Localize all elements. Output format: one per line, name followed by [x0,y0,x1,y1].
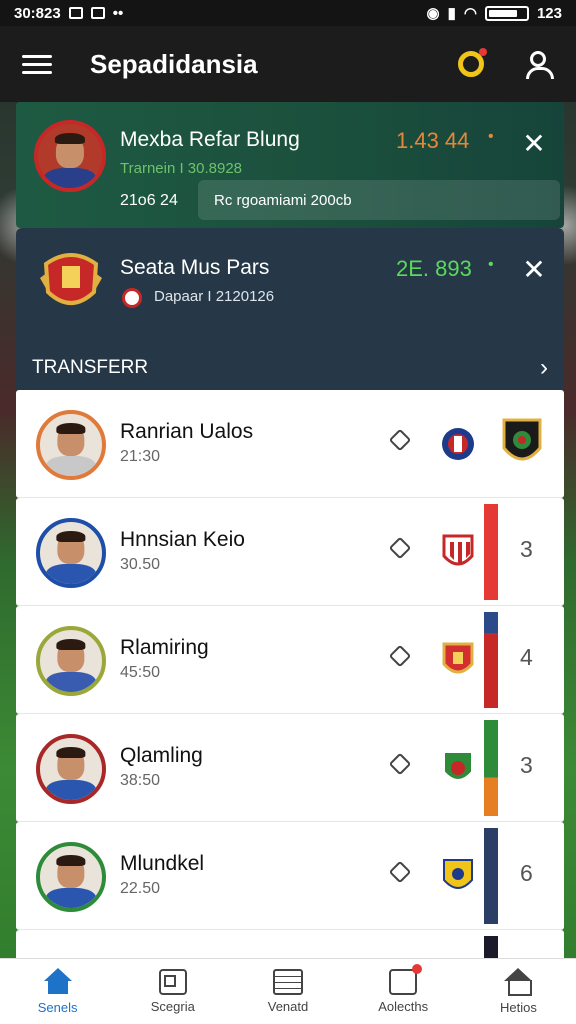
nav-categories[interactable]: Scegria [115,959,230,1024]
tag-icon[interactable] [388,644,412,668]
status-bar: 30:823 •• ◉ ▮ ◠ 123 [0,0,576,26]
club-crest-icon [443,859,473,889]
card-subtitle: Dapaar I 2120126 [154,288,275,305]
nav-label: Scegria [150,999,195,1014]
club-crest-icon [502,418,542,461]
player-avatar [36,518,106,588]
close-icon[interactable]: ✕ [520,130,548,158]
club-crest-icon [442,534,474,566]
player-number: 3 [520,752,533,778]
notification-bell-icon[interactable] [458,48,487,77]
tag-icon[interactable] [388,860,412,884]
nav-profile[interactable]: Hetios [461,959,576,1024]
app-title: Sepadidansia [90,48,258,79]
card-time: 21o6 24 [120,192,178,209]
chevron-right-icon[interactable]: › [540,354,548,382]
list-item[interactable]: Mlundkel 22.50 6 [16,822,564,930]
card-score: 2E. 893 [396,256,472,281]
player-number: 4 [520,644,533,670]
player-number: 3 [520,536,533,562]
nav-notifications[interactable]: Aolecths [346,959,461,1024]
live-dot: • [488,128,494,145]
team-color-bar [484,828,498,924]
player-name: Ranrian Ualos [120,420,254,443]
player-avatar [36,410,106,480]
section-header[interactable]: TRANSFERR › [32,354,548,382]
notification-icon [389,964,423,995]
player-name: Qlamling [120,744,203,767]
nav-home[interactable]: Senels [0,959,115,1024]
menu-icon[interactable] [22,54,52,74]
nav-list[interactable]: Venatd [230,959,345,1024]
club-badge-icon [122,288,142,308]
player-time: 22.50 [120,880,161,897]
battery-icon [484,5,529,21]
nav-label: Senels [37,1000,78,1015]
notification-icon [68,7,83,19]
list-item[interactable]: Ranrian Ualos 21:30 [16,390,564,498]
card-club-name: Seata Mus Pars [120,256,270,279]
transfer-list: Ranrian Ualos 21:30 Hnnsian Keio 30.50 3… [16,390,564,970]
home-outline-icon [503,968,533,996]
player-time: 30.50 [120,556,161,573]
live-dot: • [488,256,494,273]
status-time: 30:823 [14,4,61,22]
section-title: TRANSFERR [32,357,149,378]
card-score: 1.43 44 [396,128,470,153]
player-time: 38:50 [120,772,161,789]
app-bar: Sepadidansia [0,26,576,102]
club-crest-icon [442,642,474,674]
player-avatar [34,120,106,192]
bottom-navigation: Senels Scegria Venatd Aolecths Hetios [0,958,576,1024]
signal-icon: ▮ [447,5,456,22]
card-subtitle: Trarnein I 30.8928 [120,160,243,177]
more-icon: •• [112,4,124,22]
player-time: 45:50 [120,664,161,681]
tag-icon[interactable] [388,536,412,560]
live-card[interactable]: Mexba Refar Blung Trarnein I 30.8928 1.4… [16,102,564,228]
list-item[interactable]: Hnnsian Keio 30.50 3 [16,498,564,606]
wifi-icon: ◠ [463,5,477,22]
card-player-name: Mexba Refar Blung [120,128,300,151]
user-search-icon[interactable] [526,49,554,79]
list-item[interactable]: Rlamiring 45:50 4 [16,606,564,714]
tag-icon[interactable] [388,752,412,776]
home-icon [43,968,73,996]
player-name: Rlamiring [120,636,209,659]
team-color-bar [484,720,498,816]
live-card[interactable]: Seata Mus Pars Dapaar I 2120126 2E. 893 … [16,228,564,390]
player-name: Mlundkel [120,852,205,875]
player-avatar [36,626,106,696]
alarm-icon: ◉ [426,5,440,22]
player-name: Hnnsian Keio [120,528,245,551]
battery-level: 123 [536,4,562,22]
nav-label: Aolecths [378,999,429,1014]
nav-label: Hetios [499,1000,537,1015]
nav-label: Venatd [267,999,309,1014]
player-avatar [36,842,106,912]
tag-icon[interactable] [388,428,412,452]
club-crest-icon [443,751,473,781]
player-time: 21:30 [120,448,161,465]
close-icon[interactable]: ✕ [520,256,548,284]
team-color-bar [484,504,498,600]
app-icon [90,7,105,19]
card-pill[interactable]: Rc rgoamiami 200cb [198,180,560,220]
team-color-bar [484,612,498,708]
list-icon [273,969,303,995]
club-crest-icon [40,253,102,305]
grid-icon [158,969,187,995]
player-number: 6 [520,860,533,886]
list-item[interactable]: Qlamling 38:50 3 [16,714,564,822]
player-avatar [36,734,106,804]
club-crest-icon [442,428,474,460]
